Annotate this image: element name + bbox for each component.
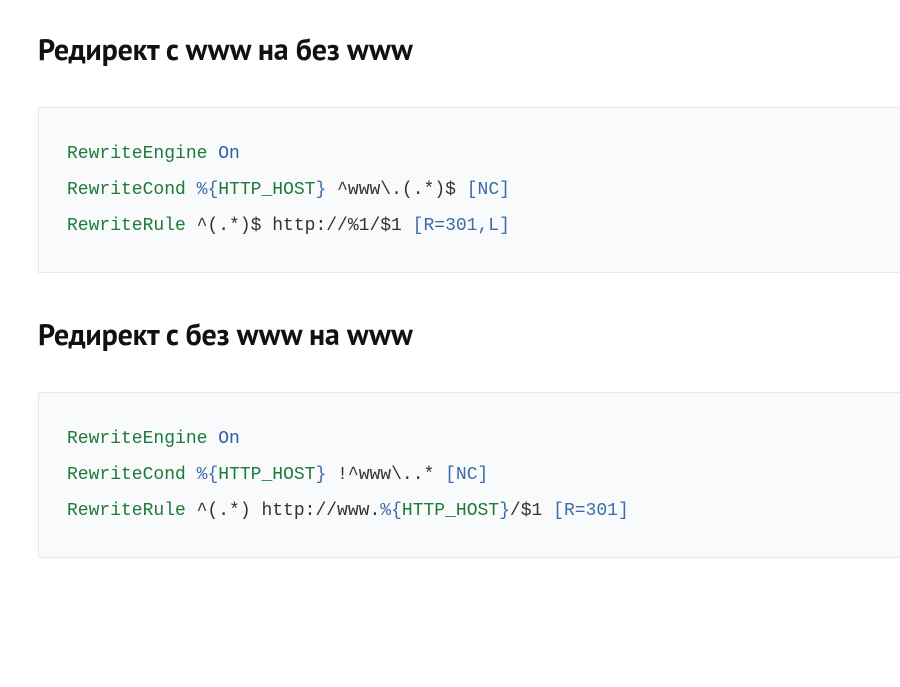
code-pattern: ^www\.(.*)$	[326, 180, 466, 200]
code-var-brace: {	[207, 180, 218, 200]
code-var-name: HTTP_HOST	[218, 180, 315, 200]
code-directive: RewriteRule	[67, 216, 186, 236]
code-pattern: !^www\..*	[326, 465, 445, 485]
section-heading: Редирект с без www на www	[38, 315, 900, 354]
code-pattern: ^(.*)$ http://%1/$1	[186, 216, 413, 236]
code-directive: RewriteEngine	[67, 144, 207, 164]
code-var-brace: {	[207, 465, 218, 485]
code-var-pct: %	[197, 465, 208, 485]
code-value: On	[218, 144, 240, 164]
code-var-name: HTTP_HOST	[402, 501, 499, 521]
code-block: RewriteEngine On RewriteCond %{HTTP_HOST…	[38, 392, 900, 558]
code-tail: /$1	[510, 501, 553, 521]
section-www-to-nowww: Редирект с www на без www RewriteEngine …	[38, 30, 900, 273]
code-block: RewriteEngine On RewriteCond %{HTTP_HOST…	[38, 107, 900, 273]
code-directive: RewriteEngine	[67, 429, 207, 449]
code-var-brace: }	[315, 180, 326, 200]
code-directive: RewriteCond	[67, 180, 186, 200]
code-var-brace: }	[315, 465, 326, 485]
code-flags: [NC]	[467, 180, 510, 200]
code-var-brace: {	[391, 501, 402, 521]
code-flags: [NC]	[445, 465, 488, 485]
code-directive: RewriteCond	[67, 465, 186, 485]
code-flags: [R=301]	[553, 501, 629, 521]
code-var-pct: %	[197, 180, 208, 200]
code-value: On	[218, 429, 240, 449]
code-var-pct: %	[380, 501, 391, 521]
code-var-brace: }	[499, 501, 510, 521]
code-pattern: ^(.*) http://www.	[186, 501, 380, 521]
section-heading: Редирект с www на без www	[38, 30, 900, 69]
code-var-name: HTTP_HOST	[218, 465, 315, 485]
section-nowww-to-www: Редирект с без www на www RewriteEngine …	[38, 315, 900, 558]
code-directive: RewriteRule	[67, 501, 186, 521]
code-flags: [R=301,L]	[413, 216, 510, 236]
